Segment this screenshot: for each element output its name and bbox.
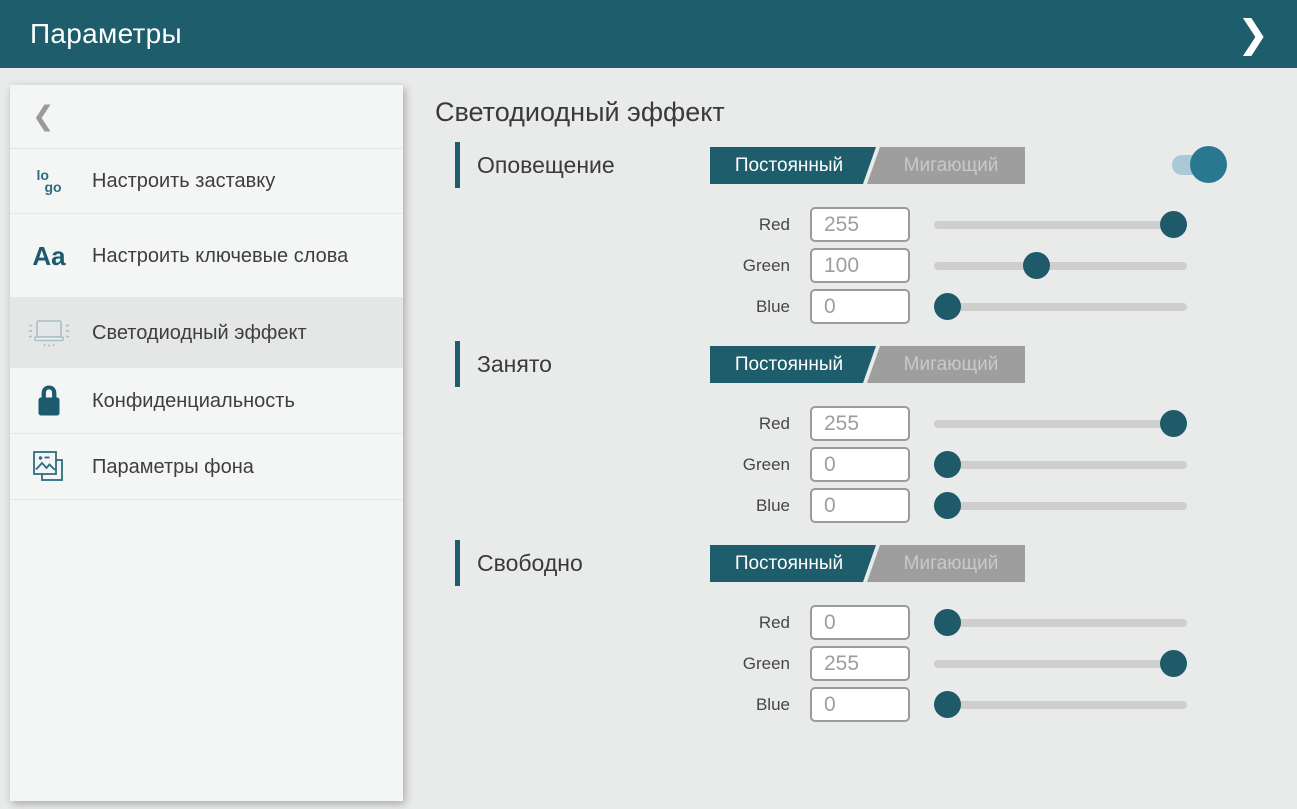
channel-row-blue: Blue xyxy=(435,485,1297,526)
blue-input[interactable] xyxy=(810,488,910,523)
green-slider[interactable] xyxy=(934,451,1187,478)
channel-row-green: Green xyxy=(435,643,1297,684)
channel-row-red: Red xyxy=(435,204,1297,245)
slider-thumb[interactable] xyxy=(934,609,961,636)
slider-track xyxy=(934,619,1187,627)
mode-option-blinking[interactable]: Мигающий xyxy=(867,346,1025,383)
slider-thumb[interactable] xyxy=(1160,211,1187,238)
blue-label: Blue xyxy=(435,695,790,715)
red-slider[interactable] xyxy=(934,410,1187,437)
sidebar-item-led-effect[interactable]: Светодиодный эффект xyxy=(10,298,403,368)
lock-icon xyxy=(26,384,72,418)
mode-segmented-control: Постоянный Мигающий xyxy=(710,545,1025,582)
blue-slider[interactable] xyxy=(934,293,1187,320)
monitor-glow-icon xyxy=(26,316,72,350)
notification-enabled-toggle[interactable] xyxy=(1172,146,1227,183)
blue-input[interactable] xyxy=(810,687,910,722)
channel-row-green: Green xyxy=(435,245,1297,286)
sidebar-item-label: Настроить заставку xyxy=(92,168,285,194)
green-slider[interactable] xyxy=(934,252,1187,279)
green-input[interactable] xyxy=(810,646,910,681)
app-header: Параметры ❯ xyxy=(0,0,1297,68)
section-accent-bar xyxy=(455,540,460,586)
slider-thumb[interactable] xyxy=(934,691,961,718)
mode-option-constant[interactable]: Постоянный xyxy=(710,346,876,383)
red-label: Red xyxy=(435,414,790,434)
page-title: Параметры xyxy=(30,18,182,50)
sidebar-item-splash-screen[interactable]: logo Настроить заставку xyxy=(10,149,403,214)
logo-icon: logo xyxy=(26,169,72,193)
section-notification: Оповещение Постоянный Мигающий Red Green xyxy=(435,142,1297,327)
sidebar-item-keywords[interactable]: Aa Настроить ключевые слова xyxy=(10,214,403,298)
slider-thumb[interactable] xyxy=(934,492,961,519)
green-label: Green xyxy=(435,455,790,475)
green-slider[interactable] xyxy=(934,650,1187,677)
mode-option-blinking[interactable]: Мигающий xyxy=(867,147,1025,184)
red-slider[interactable] xyxy=(934,211,1187,238)
led-effect-panel: Светодиодный эффект Оповещение Постоянны… xyxy=(435,97,1297,739)
slider-thumb[interactable] xyxy=(1023,252,1050,279)
slider-track xyxy=(934,303,1187,311)
green-label: Green xyxy=(435,654,790,674)
section-title: Оповещение xyxy=(477,152,615,179)
blue-slider[interactable] xyxy=(934,492,1187,519)
channel-row-blue: Blue xyxy=(435,286,1297,327)
section-accent-bar xyxy=(455,142,460,188)
blue-label: Blue xyxy=(435,297,790,317)
sidebar-item-label: Светодиодный эффект xyxy=(92,320,317,346)
slider-track xyxy=(934,502,1187,510)
red-input[interactable] xyxy=(810,406,910,441)
images-icon xyxy=(26,449,72,485)
green-input[interactable] xyxy=(810,248,910,283)
channel-row-red: Red xyxy=(435,602,1297,643)
mode-segmented-control: Постоянный Мигающий xyxy=(710,147,1025,184)
channel-row-blue: Blue xyxy=(435,684,1297,725)
chevron-right-icon[interactable]: ❯ xyxy=(1225,0,1281,68)
chevron-left-icon: ❮ xyxy=(32,101,55,132)
slider-thumb[interactable] xyxy=(934,451,961,478)
sidebar-item-label: Конфиденциальность xyxy=(92,388,305,414)
sidebar: ❮ logo Настроить заставку Aa Настроить к… xyxy=(10,85,403,801)
green-input[interactable] xyxy=(810,447,910,482)
green-label: Green xyxy=(435,256,790,276)
slider-track xyxy=(934,262,1187,270)
channel-row-red: Red xyxy=(435,403,1297,444)
sidebar-item-privacy[interactable]: Конфиденциальность xyxy=(10,368,403,434)
panel-title: Светодиодный эффект xyxy=(435,97,1297,128)
sidebar-item-background[interactable]: Параметры фона xyxy=(10,434,403,500)
toggle-knob xyxy=(1190,146,1227,183)
red-slider[interactable] xyxy=(934,609,1187,636)
sidebar-item-label: Параметры фона xyxy=(92,454,264,480)
mode-option-constant[interactable]: Постоянный xyxy=(710,545,876,582)
slider-track xyxy=(934,701,1187,709)
section-title: Свободно xyxy=(477,550,583,577)
red-input[interactable] xyxy=(810,207,910,242)
mode-option-blinking[interactable]: Мигающий xyxy=(867,545,1025,582)
blue-label: Blue xyxy=(435,496,790,516)
text-format-icon: Aa xyxy=(26,243,72,269)
section-accent-bar xyxy=(455,341,460,387)
red-label: Red xyxy=(435,613,790,633)
blue-input[interactable] xyxy=(810,289,910,324)
section-busy: Занято Постоянный Мигающий Red Green xyxy=(435,341,1297,526)
sidebar-collapse-button[interactable]: ❮ xyxy=(10,85,403,149)
red-input[interactable] xyxy=(810,605,910,640)
section-free: Свободно Постоянный Мигающий Red Green xyxy=(435,540,1297,725)
red-label: Red xyxy=(435,215,790,235)
blue-slider[interactable] xyxy=(934,691,1187,718)
section-title: Занято xyxy=(477,351,552,378)
slider-track xyxy=(934,461,1187,469)
slider-track xyxy=(934,420,1187,428)
channel-row-green: Green xyxy=(435,444,1297,485)
sidebar-item-label: Настроить ключевые слова xyxy=(92,243,358,269)
slider-thumb[interactable] xyxy=(1160,650,1187,677)
mode-segmented-control: Постоянный Мигающий xyxy=(710,346,1025,383)
slider-track xyxy=(934,221,1187,229)
mode-option-constant[interactable]: Постоянный xyxy=(710,147,876,184)
slider-track xyxy=(934,660,1187,668)
slider-thumb[interactable] xyxy=(934,293,961,320)
slider-thumb[interactable] xyxy=(1160,410,1187,437)
